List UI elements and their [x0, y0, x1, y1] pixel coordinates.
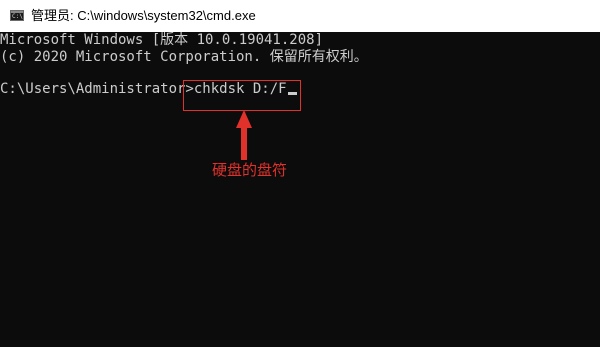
title-bar[interactable]: C:\ 管理员: C:\windows\system32\cmd.exe: [0, 0, 600, 32]
console-line-copyright: (c) 2020 Microsoft Corporation. 保留所有权利。: [0, 49, 368, 65]
up-arrow-icon: [236, 110, 252, 160]
command-highlight-box: [183, 80, 301, 111]
cmd-app-icon: C:\: [10, 10, 24, 21]
console-line-version: Microsoft Windows [版本 10.0.19041.208]: [0, 32, 324, 48]
cmd-window: C:\ 管理员: C:\windows\system32\cmd.exe Mic…: [0, 0, 600, 347]
annotation-label: 硬盘的盘符: [212, 161, 288, 179]
window-title: 管理员: C:\windows\system32\cmd.exe: [31, 8, 256, 23]
prompt-path: C:\Users\Administrator>: [0, 81, 194, 97]
app-icon-glyph: C:\: [12, 13, 23, 20]
arrow-shape: [236, 110, 252, 160]
